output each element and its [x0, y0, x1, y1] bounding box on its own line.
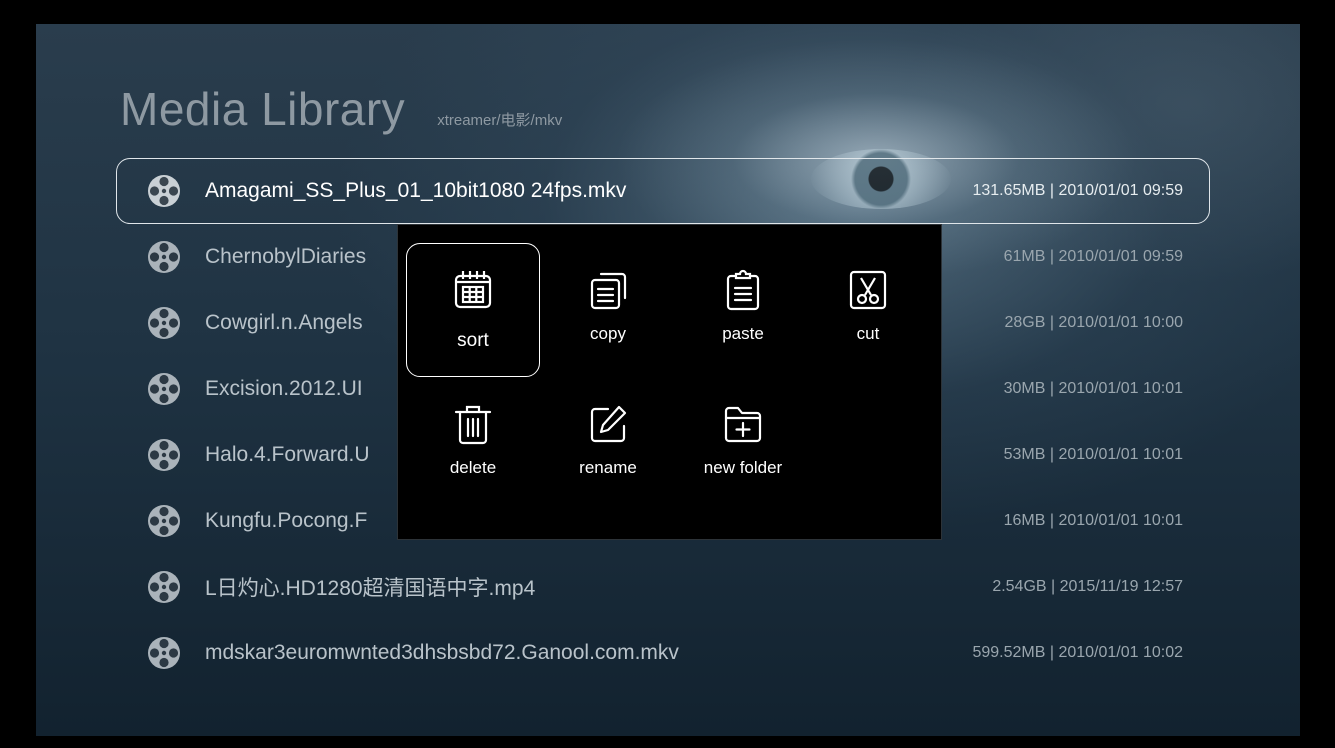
- page-title: Media Library: [120, 83, 406, 135]
- menu-item-label: sort: [457, 330, 489, 351]
- file-meta: 61MB | 2010/01/01 09:59: [1003, 248, 1183, 265]
- file-name: mdskar3euromwnted3dhsbsbd72.Ganool.com.m…: [205, 641, 679, 664]
- film-reel-icon: [148, 637, 180, 669]
- film-reel-icon: [148, 307, 180, 339]
- menu-item-label: delete: [449, 458, 497, 477]
- menu-item-delete[interactable]: delete: [406, 377, 540, 511]
- file-name: ChernobylDiaries: [205, 245, 367, 268]
- menu-item-label: new folder: [703, 458, 783, 477]
- file-meta: 30MB | 2010/01/01 10:01: [1003, 380, 1183, 397]
- header: Media Library xtreamer/电影/mkv: [120, 82, 562, 136]
- trash-icon: [454, 405, 492, 445]
- file-row-0[interactable]: Amagami_SS_Plus_01_10bit1080 24fps.mkv 1…: [116, 158, 1210, 224]
- new-folder-icon: [724, 406, 762, 443]
- menu-item-label: rename: [579, 458, 637, 477]
- calendar-grid-icon: [454, 271, 492, 309]
- file-name: L日灼心.HD1280超清国语中字.mp4: [205, 577, 536, 600]
- menu-item-label: copy: [590, 324, 626, 343]
- menu-item-paste[interactable]: paste: [676, 243, 810, 377]
- file-meta: 28GB | 2010/01/01 10:00: [1004, 314, 1183, 331]
- menu-item-sort[interactable]: sort: [406, 243, 540, 377]
- film-reel-icon: [148, 439, 180, 471]
- edit-icon: [590, 405, 627, 443]
- menu-item-cut[interactable]: cut: [801, 243, 935, 377]
- film-reel-icon: [148, 571, 180, 603]
- film-reel-icon: [148, 505, 180, 537]
- file-meta: 599.52MB | 2010/01/01 10:02: [972, 644, 1183, 661]
- file-name: Amagami_SS_Plus_01_10bit1080 24fps.mkv: [205, 179, 627, 202]
- file-meta: 16MB | 2010/01/01 10:01: [1003, 512, 1183, 529]
- menu-item-new-folder[interactable]: new folder: [676, 377, 810, 511]
- file-name: Kungfu.Pocong.F: [205, 509, 368, 532]
- file-meta: 2.54GB | 2015/11/19 12:57: [992, 578, 1183, 595]
- film-reel-icon: [148, 241, 180, 273]
- file-name: Cowgirl.n.Angels: [205, 311, 363, 334]
- file-meta: 53MB | 2010/01/01 10:01: [1003, 446, 1183, 463]
- menu-item-rename[interactable]: rename: [541, 377, 675, 511]
- film-reel-icon: [148, 373, 180, 405]
- file-name: Excision.2012.UI: [205, 377, 363, 400]
- clipboard-icon: [726, 269, 760, 311]
- breadcrumb-path: xtreamer/电影/mkv: [437, 112, 563, 129]
- scissors-icon: [849, 270, 887, 310]
- copy-icon: [590, 272, 627, 310]
- media-library-screen: Media Library xtreamer/电影/mkv Amagami_SS…: [36, 24, 1300, 736]
- file-meta: 131.65MB | 2010/01/01 09:59: [972, 182, 1183, 199]
- file-name: Halo.4.Forward.U: [205, 443, 370, 466]
- film-reel-icon: [148, 175, 180, 207]
- menu-item-copy[interactable]: copy: [541, 243, 675, 377]
- context-menu: sort copy paste cut delete rename new fo…: [397, 224, 942, 540]
- file-row-7[interactable]: mdskar3euromwnted3dhsbsbd72.Ganool.com.m…: [116, 620, 1210, 686]
- menu-item-label: cut: [856, 324, 880, 343]
- menu-item-label: paste: [722, 324, 764, 343]
- file-row-6[interactable]: L日灼心.HD1280超清国语中字.mp4 2.54GB | 2015/11/1…: [116, 554, 1210, 620]
